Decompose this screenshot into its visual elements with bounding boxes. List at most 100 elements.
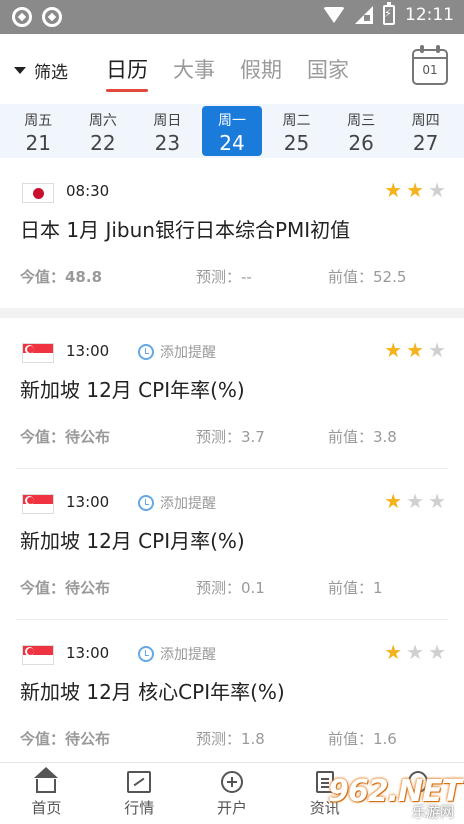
nav-home[interactable]: 首页 xyxy=(0,763,93,824)
singapore-flag-icon xyxy=(22,494,54,514)
star-icon: ★ xyxy=(384,640,403,664)
event-item[interactable]: 13:00 添加提醒 ★ ★ ★ 新加坡 12月 CPI年率(%) 今值：待公布… xyxy=(0,318,464,468)
date-item[interactable]: 周三 26 xyxy=(331,106,391,156)
date-weekday: 周日 xyxy=(153,113,182,129)
site-watermark: 962.NET 乐游网 xyxy=(328,770,462,824)
date-item-selected[interactable]: 周一 24 xyxy=(201,106,262,156)
status-right: 12:11 xyxy=(323,2,454,25)
add-reminder-button[interactable]: 添加提醒 xyxy=(138,644,216,664)
date-item[interactable]: 周二 25 xyxy=(267,106,327,156)
star-icon: ★ xyxy=(406,489,425,513)
header-bar: 筛选 日历 大事 假期 国家 01 xyxy=(0,34,464,104)
calendar-picker-button[interactable]: 01 xyxy=(412,45,448,85)
status-bar: 12:11 xyxy=(0,0,464,34)
date-day: 26 xyxy=(348,131,374,155)
filter-button[interactable]: 筛选 xyxy=(14,58,68,83)
date-item[interactable]: 周五 21 xyxy=(8,106,68,156)
event-list: 08:30 ★ ★ ★ 日本 1月 Jibun银行日本综合PMI初值 今值：48… xyxy=(0,158,464,770)
previous-value: 前值：1.6 xyxy=(328,730,397,748)
star-icon: ★ xyxy=(428,338,446,362)
event-item[interactable]: 13:00 添加提醒 ★ ★ ★ 新加坡 12月 CPI月率(%) 今值：待公布… xyxy=(0,469,464,619)
event-title: 日本 1月 Jibun银行日本综合PMI初值 xyxy=(20,218,351,242)
star-icon: ★ xyxy=(384,178,403,202)
japan-flag-icon xyxy=(22,183,54,203)
date-weekday: 周三 xyxy=(347,113,376,129)
add-reminder-label: 添加提醒 xyxy=(160,496,216,512)
date-weekday: 周二 xyxy=(282,113,311,129)
tab-calendar[interactable]: 日历 xyxy=(106,54,148,92)
date-day: 24 xyxy=(219,131,245,155)
date-item[interactable]: 周六 22 xyxy=(73,106,133,156)
calendar-icon xyxy=(414,57,446,59)
actual-value: 今值：待公布 xyxy=(20,579,111,597)
star-icon: ★ xyxy=(406,338,425,362)
event-time: 13:00 xyxy=(66,342,110,360)
forecast-value: 预测：0.1 xyxy=(196,579,265,597)
nav-open-account[interactable]: 开户 xyxy=(186,763,279,824)
event-item[interactable]: 08:30 ★ ★ ★ 日本 1月 Jibun银行日本综合PMI初值 今值：48… xyxy=(0,158,464,308)
date-weekday: 周四 xyxy=(411,113,440,129)
date-weekday: 周一 xyxy=(217,113,246,129)
date-day: 21 xyxy=(25,131,51,155)
date-day: 27 xyxy=(412,131,439,155)
event-title: 新加坡 12月 CPI月率(%) xyxy=(20,529,245,553)
event-item[interactable]: 13:00 添加提醒 ★ ★ ★ 新加坡 12月 核心CPI年率(%) 今值：待… xyxy=(0,620,464,770)
alarm-clock-icon xyxy=(138,646,154,662)
previous-value: 前值：1 xyxy=(328,579,383,597)
event-time: 08:30 xyxy=(66,182,110,200)
date-day: 22 xyxy=(90,131,116,155)
importance-stars: ★ ★ ★ xyxy=(384,491,446,511)
singapore-flag-icon xyxy=(22,645,54,665)
event-time: 13:00 xyxy=(66,493,110,511)
nav-label: 首页 xyxy=(31,799,62,817)
tab-countries[interactable]: 国家 xyxy=(307,54,349,92)
event-title: 新加坡 12月 核心CPI年率(%) xyxy=(20,680,285,704)
nav-label: 行情 xyxy=(124,799,155,817)
previous-value: 前值：52.5 xyxy=(328,268,407,286)
add-reminder-label: 添加提醒 xyxy=(160,647,216,663)
nav-market[interactable]: 行情 xyxy=(93,763,186,824)
date-weekday: 周五 xyxy=(24,113,53,129)
market-chart-icon xyxy=(127,771,152,793)
add-reminder-label: 添加提醒 xyxy=(160,345,216,361)
watermark-sub: 乐游网 xyxy=(412,805,454,821)
app-notification-icon xyxy=(42,7,62,27)
status-notification-icons xyxy=(12,7,62,27)
previous-value: 前值：3.8 xyxy=(328,428,397,446)
importance-stars: ★ ★ ★ xyxy=(384,642,446,662)
signal-icon xyxy=(355,6,373,24)
star-icon: ★ xyxy=(406,178,425,202)
event-time: 13:00 xyxy=(66,644,110,662)
singapore-flag-icon xyxy=(22,343,54,363)
forecast-value: 预测：-- xyxy=(196,268,252,286)
caret-down-icon xyxy=(14,67,26,74)
category-tabs: 日历 大事 假期 国家 xyxy=(106,54,349,92)
actual-value: 今值：待公布 xyxy=(20,730,111,748)
nav-label: 开户 xyxy=(216,799,247,817)
add-reminder-button[interactable]: 添加提醒 xyxy=(138,342,216,362)
star-icon: ★ xyxy=(428,178,446,202)
date-item[interactable]: 周日 23 xyxy=(137,106,197,156)
tab-holidays[interactable]: 假期 xyxy=(240,54,282,92)
add-reminder-button[interactable]: 添加提醒 xyxy=(138,493,216,513)
actual-value: 今值：待公布 xyxy=(20,428,111,446)
date-strip: 周五 21 周六 22 周日 23 周一 24 周二 25 周三 26 周四 27 xyxy=(0,104,464,158)
star-icon: ★ xyxy=(384,338,403,362)
actual-value: 今值：48.8 xyxy=(20,268,103,286)
event-title: 新加坡 12月 CPI年率(%) xyxy=(20,378,245,402)
date-item[interactable]: 周四 27 xyxy=(396,106,456,156)
star-icon: ★ xyxy=(428,640,446,664)
filter-label: 筛选 xyxy=(34,63,68,83)
calendar-icon-day: 01 xyxy=(422,63,438,77)
forecast-value: 预测：3.7 xyxy=(196,428,265,446)
alarm-clock-icon xyxy=(138,495,154,511)
forecast-value: 预测：1.8 xyxy=(196,730,265,748)
star-icon: ★ xyxy=(428,489,446,513)
add-circle-icon xyxy=(220,771,243,793)
importance-stars: ★ ★ ★ xyxy=(384,340,446,360)
tab-major-events[interactable]: 大事 xyxy=(173,54,215,92)
date-day: 23 xyxy=(154,131,181,155)
star-icon: ★ xyxy=(406,640,425,664)
importance-stars: ★ ★ ★ xyxy=(384,180,446,200)
wifi-icon xyxy=(323,7,345,23)
